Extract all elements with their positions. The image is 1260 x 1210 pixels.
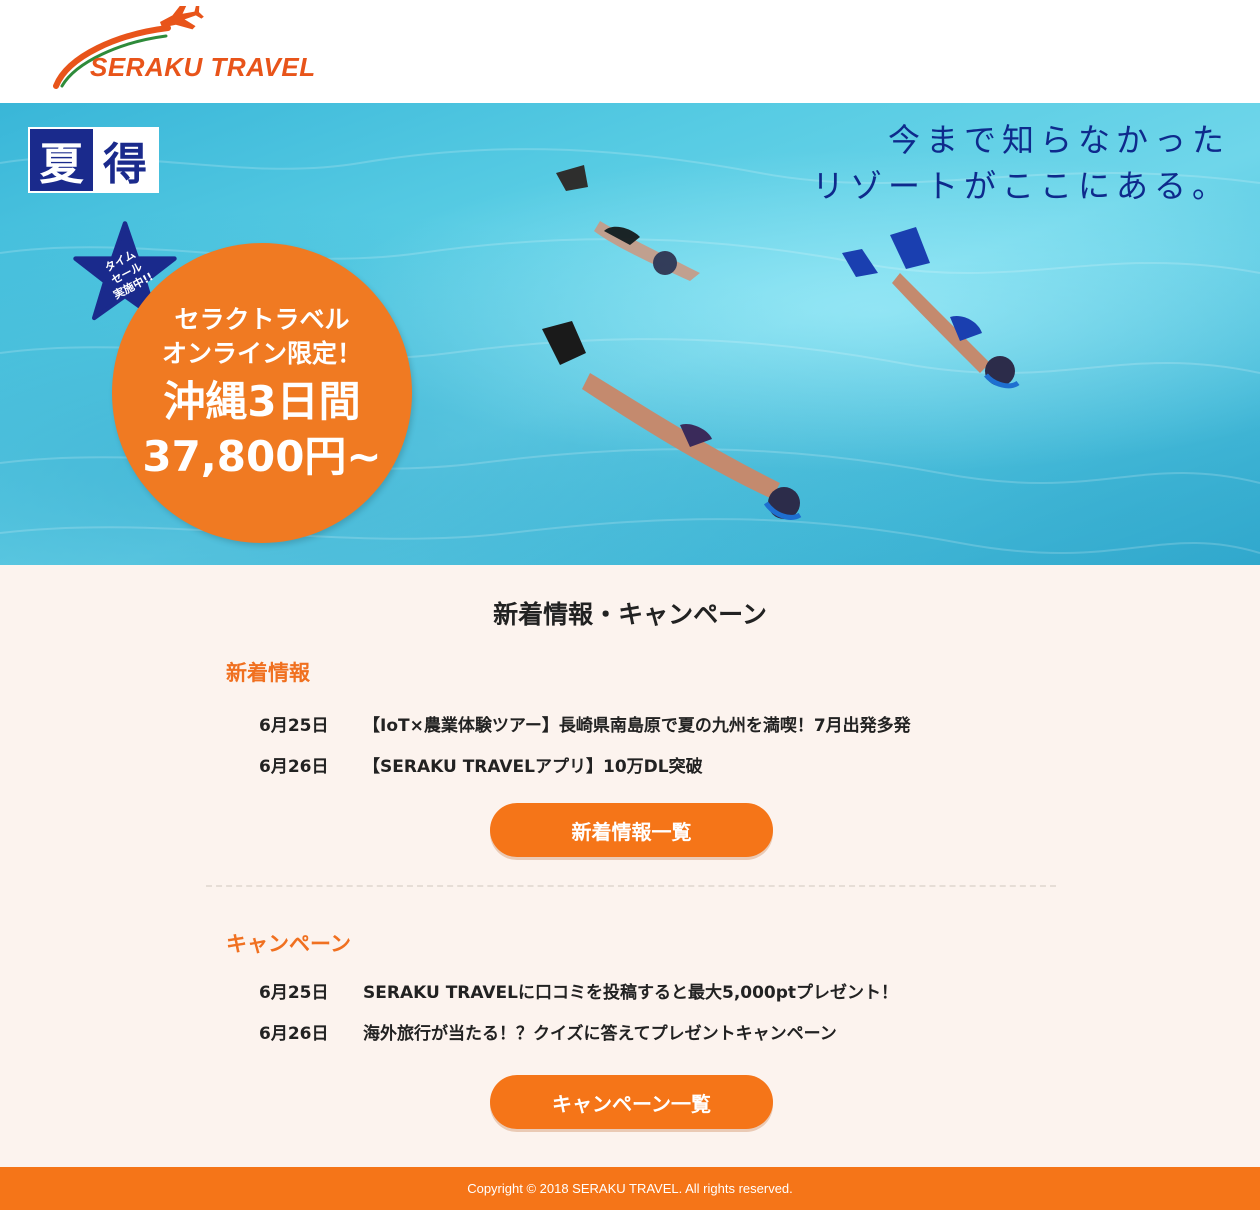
tagline-line-1: 今まで知らなかった [887,121,1230,159]
campaign-item-text[interactable]: 海外旅行が当たる！？クイズに答えてプレゼントキャンペーン [363,1024,837,1044]
badge-char-left: 夏 [30,129,93,191]
site-footer: Copyright © 2018 SERAKU TRAVEL. All righ… [0,1167,1260,1210]
hero-banner[interactable]: 夏 得 今まで知らなかった リゾートがここにある。 タイム セール 実施中!! … [0,103,1260,565]
news-item[interactable]: 6月26日 【SERAKU TRAVELアプリ】10万DL突破 [259,752,703,777]
copyright-text: Copyright © 2018 SERAKU TRAVEL. All righ… [467,1181,793,1196]
campaign-item[interactable]: 6月26日 海外旅行が当たる！？クイズに答えてプレゼントキャンペーン [259,1019,837,1044]
promo-price: 37,800円~ [142,432,382,481]
brand-name: SERAKU TRAVEL [90,52,316,82]
promo-line-2: オンライン限定！ [161,339,362,368]
promo-circle[interactable]: セラクトラベル オンライン限定！ 沖縄3日間 37,800円~ [112,243,412,543]
news-item-date: 6月25日 [259,716,329,736]
news-list-button[interactable]: 新着情報一覧 [490,803,773,857]
campaign-item-text[interactable]: SERAKU TRAVELに口コミを投稿すると最大5,000ptプレゼント！ [363,983,898,1003]
promo-line-3: 沖縄3日間 [163,377,361,426]
section-title: 新着情報・キャンペーン [493,600,767,629]
news-item-text[interactable]: 【SERAKU TRAVELアプリ】10万DL突破 [363,757,703,777]
site-header: SERAKU TRAVEL [0,0,1260,103]
news-campaign-section: 新着情報・キャンペーン 新着情報 6月25日 【IoT×農業体験ツアー】長崎県南島… [0,565,1260,1167]
campaign-heading: キャンペーン [226,932,351,956]
news-item-text[interactable]: 【IoT×農業体験ツアー】長崎県南島原で夏の九州を満喫！7月出発多発 [363,716,911,736]
badge-char-right: 得 [93,129,157,191]
news-item-date: 6月26日 [259,757,329,777]
tagline-line-2: リゾートがここにある。 [811,167,1230,205]
campaign-item[interactable]: 6月25日 SERAKU TRAVELに口コミを投稿すると最大5,000ptプレゼ… [259,978,898,1003]
news-heading: 新着情報 [226,661,310,685]
campaign-list-button[interactable]: キャンペーン一覧 [490,1075,773,1129]
campaign-item-date: 6月25日 [259,983,329,1003]
logo[interactable]: SERAKU TRAVEL [48,0,328,98]
news-item[interactable]: 6月25日 【IoT×農業体験ツアー】長崎県南島原で夏の九州を満喫！7月出発多発 [259,711,911,736]
summer-deal-badge: 夏 得 [28,127,159,193]
promo-line-1: セラクトラベル [174,305,350,334]
campaign-item-date: 6月26日 [259,1024,329,1044]
divider [206,885,1056,887]
hero-tagline: 今まで知らなかった リゾートがここにある。 [810,117,1230,209]
